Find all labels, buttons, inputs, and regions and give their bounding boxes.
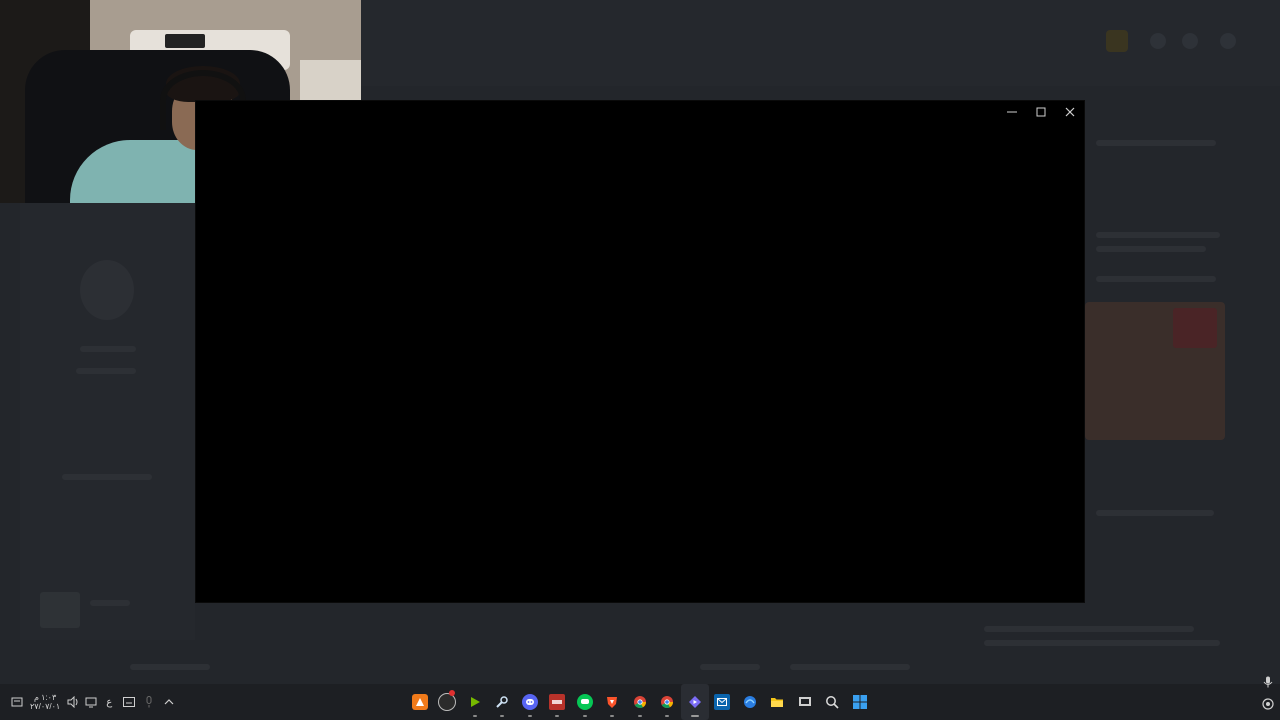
taskbar-app-ableton[interactable] xyxy=(406,684,434,720)
background-line xyxy=(984,640,1220,646)
chevron-up-icon xyxy=(164,699,174,705)
background-icon xyxy=(1150,33,1166,49)
background-line xyxy=(90,600,130,606)
taskbar-app-steam[interactable] xyxy=(489,684,517,720)
black-app-window[interactable] xyxy=(196,101,1084,602)
close-icon xyxy=(1065,107,1074,117)
background-icon xyxy=(1220,33,1236,49)
taskbar-app-voicemeeter[interactable] xyxy=(544,684,572,720)
background-line xyxy=(1096,276,1216,282)
window-controls xyxy=(997,101,1084,123)
minimize-button[interactable] xyxy=(997,101,1026,123)
microphone-button[interactable] xyxy=(140,684,158,720)
diamond-app-icon xyxy=(687,694,703,710)
clock[interactable]: ١:٠٣ م ٢٧/٠٧/٠١ xyxy=(26,684,64,720)
language-indicator[interactable]: ع xyxy=(100,684,118,720)
clock-date: ٢٧/٠٧/٠١ xyxy=(30,702,61,711)
notification-button[interactable] xyxy=(8,684,26,720)
running-indicator xyxy=(500,715,505,717)
background-profile-picture xyxy=(80,260,134,320)
taskbar-app-line[interactable] xyxy=(571,684,599,720)
taskbar-app-brave[interactable] xyxy=(599,684,627,720)
globe-icon xyxy=(742,694,758,710)
network-button[interactable] xyxy=(82,684,100,720)
chat-icon xyxy=(576,694,593,710)
chrome-icon xyxy=(659,694,675,710)
network-icon xyxy=(85,697,97,708)
taskbar-app-list xyxy=(406,684,874,720)
running-indicator xyxy=(527,715,532,717)
running-indicator xyxy=(555,715,560,717)
background-line xyxy=(130,664,210,670)
discord-icon xyxy=(521,694,538,710)
taskbar-app-edge[interactable] xyxy=(736,684,764,720)
background-line xyxy=(62,474,152,480)
background-line xyxy=(1096,140,1216,146)
microphone-icon xyxy=(146,696,152,708)
taskbar-app-chrome-profile[interactable] xyxy=(654,684,682,720)
taskbar-app-discord[interactable] xyxy=(516,684,544,720)
folder-icon xyxy=(769,694,785,710)
background-line xyxy=(76,368,136,374)
taskbar-app-file-explorer[interactable] xyxy=(764,684,792,720)
voicemeeter-icon xyxy=(549,694,566,710)
background-line xyxy=(1096,246,1206,252)
ad-badge xyxy=(1173,308,1217,348)
taskbar-app-outlook[interactable] xyxy=(709,684,737,720)
taskbar-app-active-window[interactable] xyxy=(681,684,709,720)
close-button[interactable] xyxy=(1055,101,1084,123)
running-indicator xyxy=(637,715,642,717)
running-indicator xyxy=(665,715,670,717)
microphone-icon[interactable] xyxy=(1262,676,1274,688)
active-indicator xyxy=(690,715,699,717)
keyboard-icon xyxy=(123,697,136,707)
speaker-icon xyxy=(67,696,78,708)
play-icon xyxy=(467,694,483,710)
minimize-icon xyxy=(1006,111,1017,113)
taskbar-task-view[interactable] xyxy=(791,684,819,720)
background-avatar xyxy=(1106,30,1128,52)
chrome-icon xyxy=(632,694,648,710)
windows-logo-icon xyxy=(852,694,868,710)
background-game-thumbnail xyxy=(40,592,80,628)
system-tray: ١:٠٣ م ٢٧/٠٧/٠١ ع xyxy=(8,684,180,720)
right-tray xyxy=(1260,676,1276,720)
background-icon xyxy=(1182,33,1198,49)
maximize-icon xyxy=(1036,107,1045,117)
obs-icon xyxy=(438,693,457,711)
background-line xyxy=(700,664,760,670)
brave-icon xyxy=(604,694,620,710)
taskbar-app-chrome[interactable] xyxy=(626,684,654,720)
show-hidden-icons-button[interactable] xyxy=(158,684,180,720)
taskbar-app-obs[interactable] xyxy=(434,684,462,720)
recording-indicator xyxy=(449,690,455,696)
background-line xyxy=(80,346,136,352)
running-indicator xyxy=(582,715,587,717)
notification-icon xyxy=(11,697,23,707)
search-icon xyxy=(824,694,840,710)
background-line xyxy=(1096,232,1220,238)
clock-time: ١:٠٣ م xyxy=(33,693,57,702)
background-line xyxy=(1096,510,1214,516)
running-indicator xyxy=(610,715,615,717)
cam-pillow xyxy=(165,34,205,48)
background-line xyxy=(790,664,910,670)
taskbar: ١:٠٣ م ٢٧/٠٧/٠١ ع xyxy=(0,684,1280,720)
task-view-icon xyxy=(797,694,813,710)
taskbar-start[interactable] xyxy=(846,684,874,720)
steam-icon xyxy=(494,694,510,710)
background-line xyxy=(984,626,1194,632)
volume-button[interactable] xyxy=(64,684,82,720)
taskbar-app-nvidia[interactable] xyxy=(461,684,489,720)
ableton-icon xyxy=(411,694,428,710)
running-indicator xyxy=(472,715,477,717)
background-ad-banner xyxy=(1085,302,1225,440)
maximize-button[interactable] xyxy=(1026,101,1055,123)
taskbar-search[interactable] xyxy=(819,684,847,720)
keyboard-button[interactable] xyxy=(118,684,140,720)
desktop: ١:٠٣ م ٢٧/٠٧/٠١ ع xyxy=(0,0,1280,720)
settings-circle-icon[interactable] xyxy=(1262,698,1274,710)
mail-icon xyxy=(714,694,731,710)
